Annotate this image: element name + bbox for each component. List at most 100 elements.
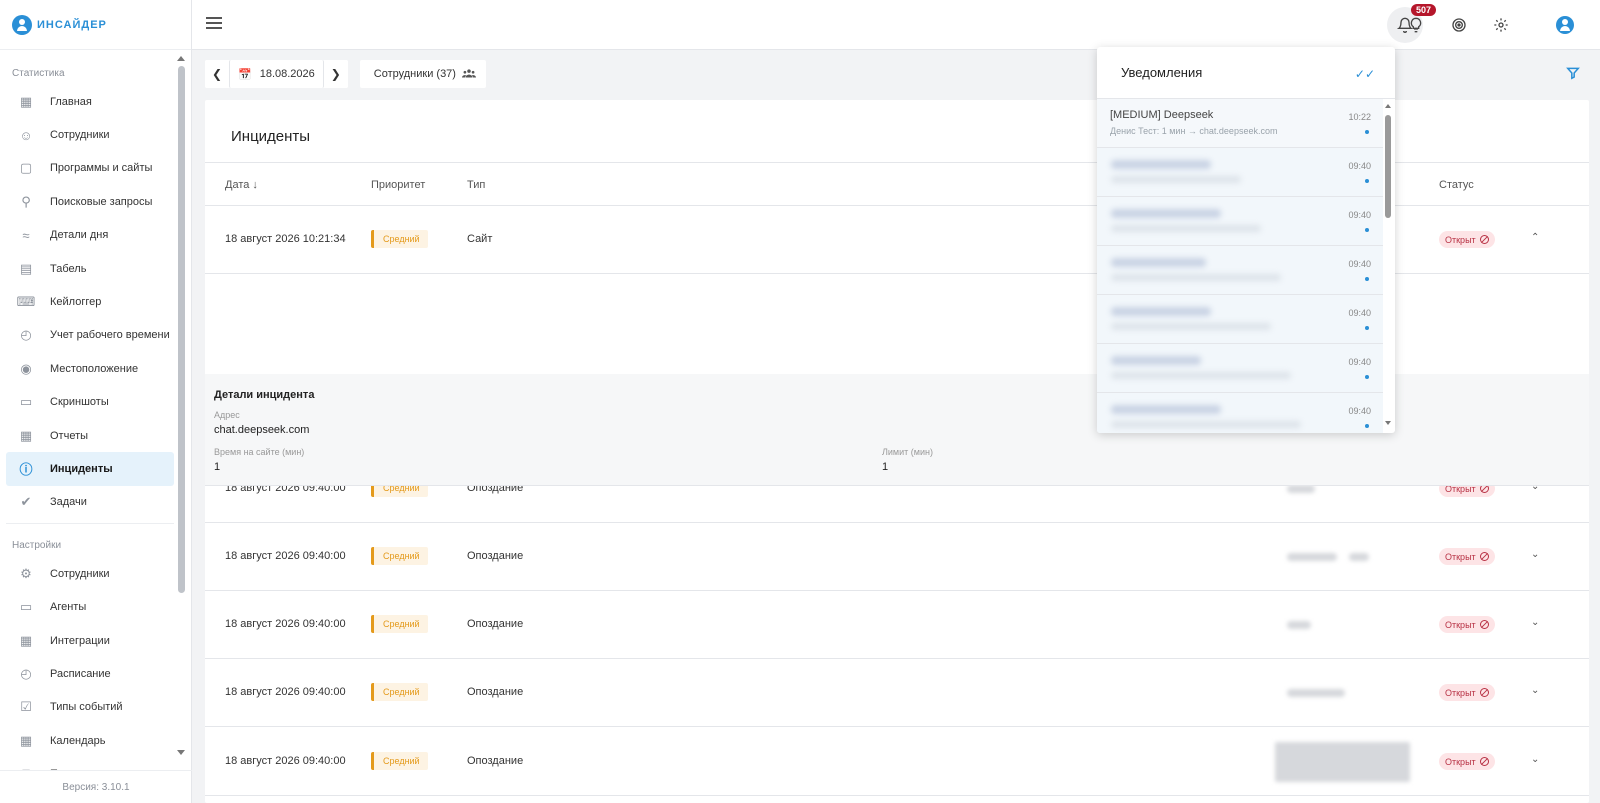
- notifications-title: Уведомления: [1121, 65, 1203, 80]
- limit-label: Лимит (мин): [882, 447, 933, 457]
- event-types-icon: ☑: [20, 699, 32, 715]
- sidebar-item[interactable]: ▦ Интеграции: [6, 624, 174, 657]
- sidebar-item[interactable]: ▦ Отчеты: [6, 419, 174, 452]
- tips-button[interactable]: [1403, 12, 1429, 38]
- table-row[interactable]: 18 август 2026 09:40:00 Средний Опоздание О…: [205, 591, 1589, 659]
- redacted-text: [1287, 689, 1345, 697]
- incident-date: 18 август 2026 09:40:00: [225, 550, 346, 562]
- sidebar-item-label: Расписание: [50, 667, 111, 680]
- sidebar-item[interactable]: ☑ Типы событий: [6, 691, 174, 724]
- table-row[interactable]: 18 август 2026 09:40:00 Средний Опоздание О…: [205, 659, 1589, 727]
- close-circle-icon: [1479, 235, 1489, 244]
- sidebar-item[interactable]: ◉ Местоположение: [6, 352, 174, 385]
- notification-item[interactable]: [MEDIUM] Deepseek Денис Тест: 1 мин → cha…: [1097, 99, 1383, 148]
- sidebar-item[interactable]: ▦ Главная: [6, 85, 174, 118]
- status-badge: Открыт: [1439, 548, 1495, 565]
- sidebar-item[interactable]: ☺ Сотрудники: [6, 118, 174, 151]
- date-field[interactable]: 📅 18.08.2026: [229, 60, 324, 88]
- sidebar-scroll-up[interactable]: [177, 56, 185, 61]
- unread-dot: [1365, 326, 1369, 330]
- sidebar-item-label: Поисковые запросы: [50, 195, 153, 208]
- next-date-button[interactable]: ❯: [323, 60, 348, 88]
- sidebar-item[interactable]: ▭ Агенты: [6, 590, 174, 623]
- sidebar-scrollbar-thumb[interactable]: [178, 66, 185, 593]
- incident-details-title: Детали инцидента: [214, 389, 315, 401]
- redacted-text: [1111, 372, 1291, 379]
- chevron-down-icon[interactable]: ⌄: [1531, 754, 1539, 765]
- status-badge: Открыт: [1439, 616, 1495, 633]
- chevron-down-icon[interactable]: ⌄: [1531, 617, 1539, 628]
- close-circle-icon: [1479, 620, 1489, 629]
- logo[interactable]: ИНСАЙДЕР: [0, 0, 191, 50]
- sidebar-item[interactable]: ▢Программы: [6, 757, 174, 770]
- gear-icon: [1494, 18, 1508, 32]
- sidebar-item[interactable]: ⓘ Инциденты: [6, 452, 174, 486]
- calendar-icon: ▦: [19, 732, 33, 748]
- search-icon: ⚲: [21, 193, 31, 209]
- column-priority[interactable]: Приоритет: [371, 179, 425, 191]
- radar-icon: [1452, 18, 1466, 32]
- redacted-text: [1349, 553, 1369, 561]
- menu-toggle-icon[interactable]: [206, 17, 222, 29]
- sidebar-item[interactable]: ◴ Расписание: [6, 657, 174, 690]
- status-badge: Открыт: [1439, 231, 1495, 248]
- date-toolbar: ❮ 📅 18.08.2026 ❯ Сотрудники (37): [205, 60, 486, 88]
- sidebar-item[interactable]: ▭ Скриншоты: [6, 386, 174, 419]
- table-row[interactable]: 18 август 2026 09:40:00 Средний Опоздание О…: [205, 523, 1589, 591]
- sidebar-item-label: Кейлоггер: [50, 296, 102, 309]
- unread-dot: [1365, 424, 1369, 428]
- column-type[interactable]: Тип: [467, 179, 485, 191]
- date-value: 18.08.2026: [259, 68, 315, 80]
- notification-item[interactable]: 09:40: [1097, 295, 1383, 344]
- sidebar-item-label: Детали дня: [50, 229, 109, 242]
- logo-icon: [12, 14, 32, 35]
- sidebar-item[interactable]: ◴ Учет рабочего времени: [6, 319, 174, 352]
- notification-title: [MEDIUM] Deepseek: [1110, 109, 1214, 121]
- redacted-text: [1111, 356, 1201, 365]
- notifications-dropdown: Уведомления ✓✓ [MEDIUM] Deepseek Денис Те…: [1097, 47, 1395, 433]
- notification-item[interactable]: 09:40: [1097, 344, 1383, 393]
- chevron-up-icon[interactable]: ⌃: [1531, 232, 1539, 243]
- sidebar-item[interactable]: ✔ Задачи: [6, 486, 174, 519]
- sidebar-item[interactable]: ⌨ Кейлоггер: [6, 285, 174, 318]
- sidebar-item[interactable]: ▦ Календарь: [6, 724, 174, 757]
- sidebar-item-label: Агенты: [50, 601, 87, 614]
- column-status[interactable]: Статус: [1439, 179, 1474, 191]
- time-on-site-value: 1: [214, 461, 221, 473]
- sidebar-item[interactable]: ⚙ Сотрудники: [6, 557, 174, 590]
- sidebar-scroll-down[interactable]: [177, 750, 185, 755]
- notification-item[interactable]: 09:40: [1097, 393, 1383, 433]
- activity-button[interactable]: [1446, 12, 1472, 38]
- notification-time: 09:40: [1348, 161, 1371, 171]
- column-date[interactable]: Дата ↓: [225, 179, 258, 191]
- notifications-scroll-up[interactable]: [1385, 104, 1391, 108]
- priority-badge: Средний: [371, 547, 428, 565]
- employees-filter-button[interactable]: Сотрудники (37): [359, 60, 486, 88]
- notifications-scrollbar-thumb[interactable]: [1385, 115, 1391, 218]
- sidebar-item[interactable]: ▤ Табель: [6, 252, 174, 285]
- redacted-text: [1111, 421, 1301, 428]
- table-row[interactable]: 18 август 2026 09:40:00 Средний Опоздание О…: [205, 728, 1589, 796]
- sidebar-item[interactable]: ▢ Программы и сайты: [6, 152, 174, 185]
- incident-date: 18 август 2026 10:21:34: [225, 233, 346, 245]
- chevron-down-icon[interactable]: ⌄: [1531, 549, 1539, 560]
- alert-icon: ⓘ: [19, 462, 33, 478]
- sidebar-item[interactable]: ≈ Детали дня: [6, 219, 174, 252]
- prev-date-button[interactable]: ❮: [205, 60, 229, 88]
- notification-item[interactable]: 09:40: [1097, 197, 1383, 246]
- user-avatar-icon[interactable]: [1556, 16, 1574, 34]
- notifications-scroll-down[interactable]: [1385, 421, 1391, 425]
- time-on-site-label: Время на сайте (мин): [214, 447, 305, 457]
- settings-button[interactable]: [1488, 12, 1514, 38]
- incident-date: 18 август 2026 09:40:00: [225, 755, 346, 767]
- notification-item[interactable]: 09:40: [1097, 246, 1383, 295]
- notification-time: 09:40: [1348, 259, 1371, 269]
- mark-all-read-icon[interactable]: ✓✓: [1355, 67, 1375, 81]
- close-circle-icon: [1479, 688, 1489, 697]
- notification-item[interactable]: 09:40: [1097, 148, 1383, 197]
- filter-icon[interactable]: [1566, 66, 1580, 80]
- redacted-text: [1287, 621, 1311, 629]
- unread-dot: [1365, 228, 1369, 232]
- sidebar-item[interactable]: ⚲ Поисковые запросы: [6, 185, 174, 218]
- chevron-down-icon[interactable]: ⌄: [1531, 685, 1539, 696]
